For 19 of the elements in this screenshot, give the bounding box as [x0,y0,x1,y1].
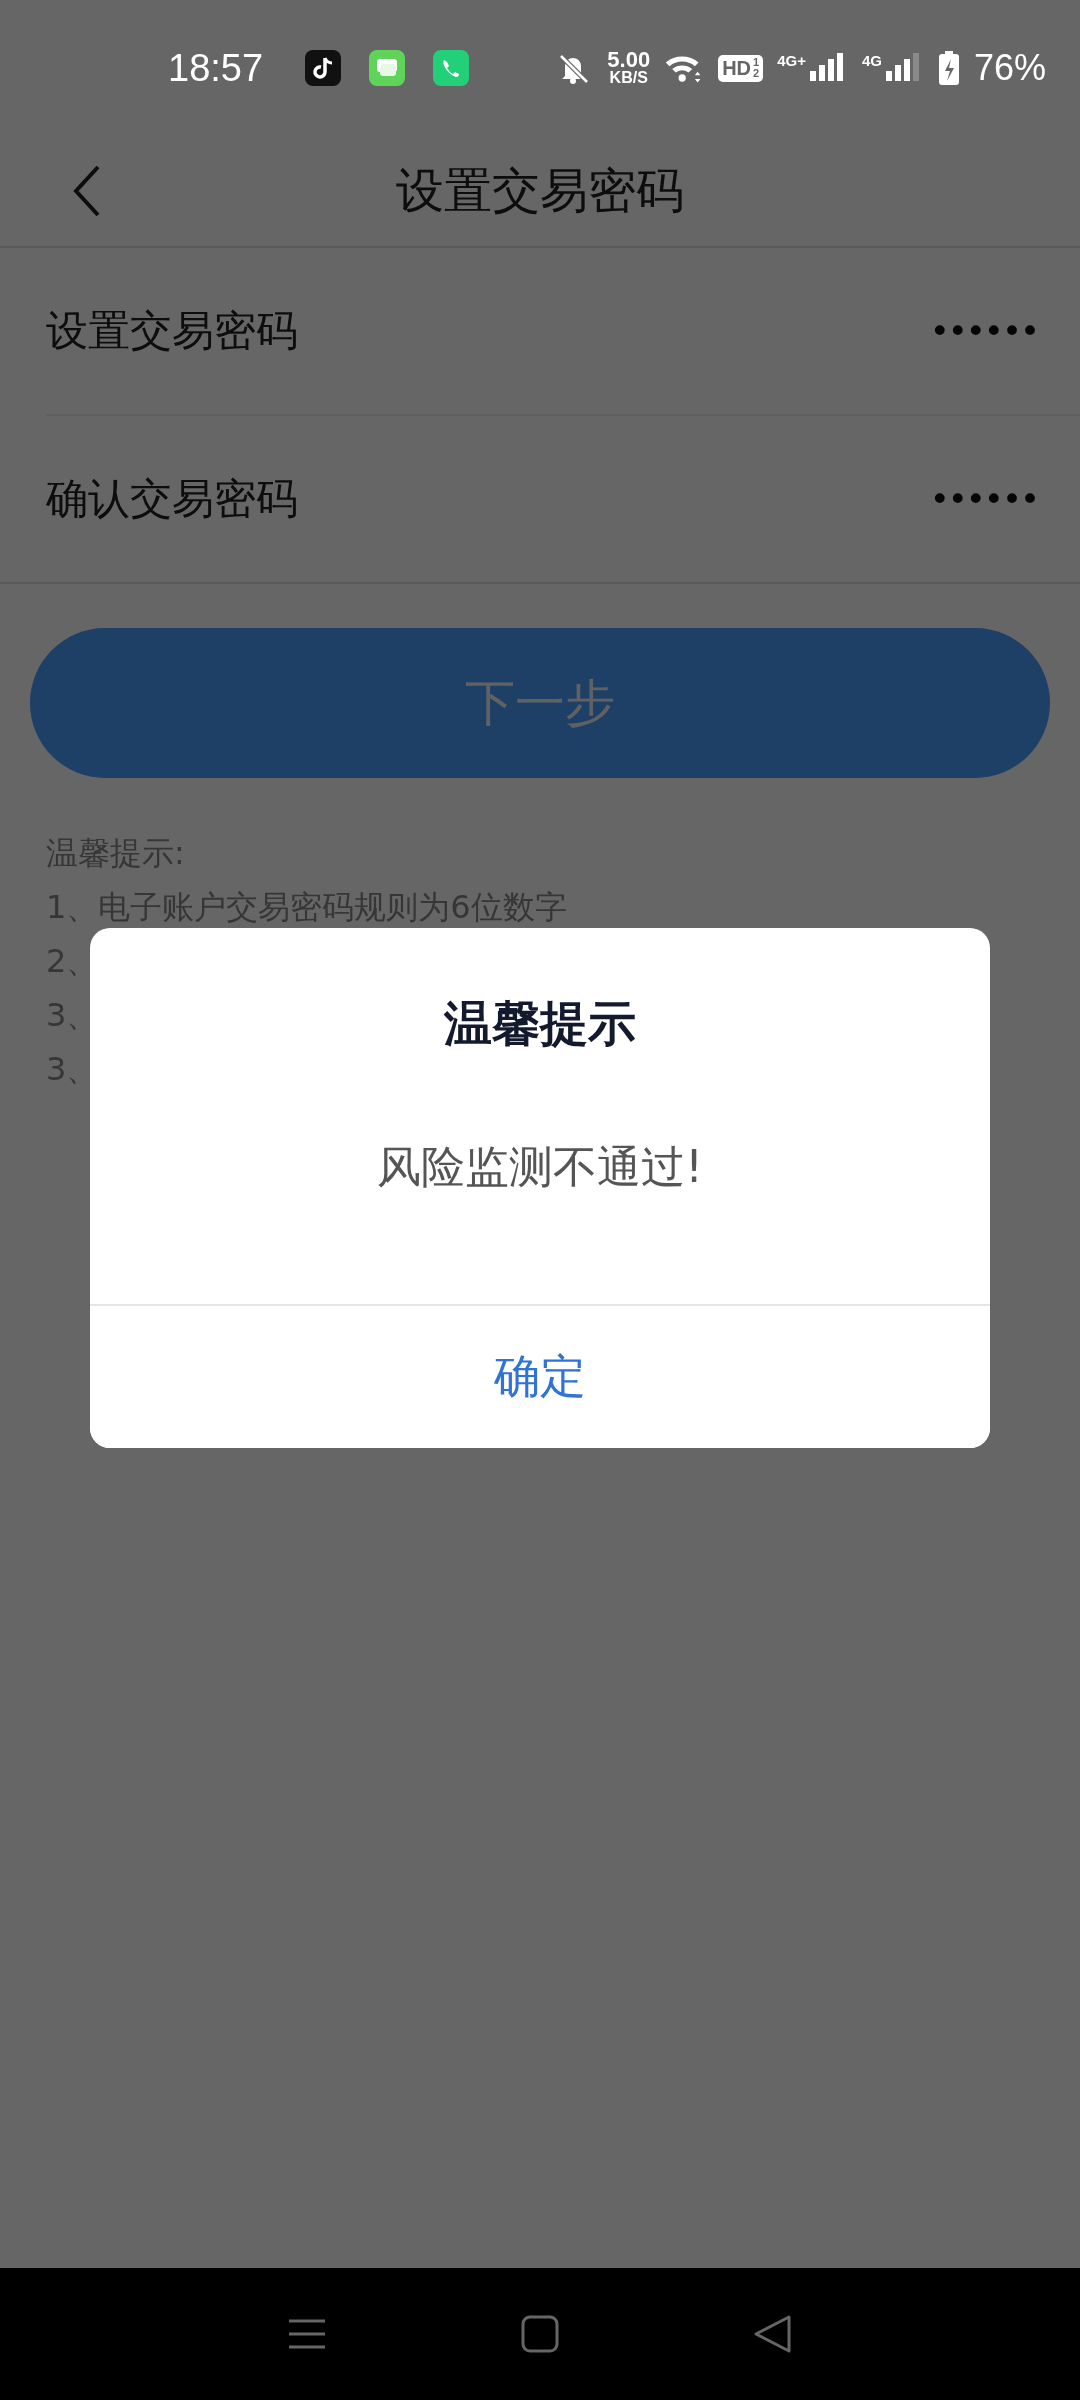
password-field[interactable]: •••••• [929,311,1038,351]
page-title: 设置交易密码 [396,161,684,220]
dialog-title: 温馨提示 [444,994,636,1053]
speed-value: 5.00 [607,50,651,70]
back-triangle-icon[interactable] [753,2314,794,2354]
music-note-app-icon [305,50,342,86]
confirm-button[interactable]: 确定 [90,1304,990,1448]
message-app-icon [369,50,406,86]
password-field[interactable]: •••••• [929,479,1038,519]
status-time: 18:57 [168,46,264,90]
field-label: 设置交易密码 [46,305,298,357]
dialog-message: 风险监测不通过! [377,1140,703,1194]
home-icon[interactable] [520,2314,560,2354]
battery-charging-icon [937,50,960,86]
field-label: 确认交易密码 [46,473,298,525]
speed-unit: KB/S [609,70,648,86]
back-icon[interactable] [72,164,102,218]
phone-app-icon [433,50,470,86]
battery-level: 76% [973,47,1046,89]
